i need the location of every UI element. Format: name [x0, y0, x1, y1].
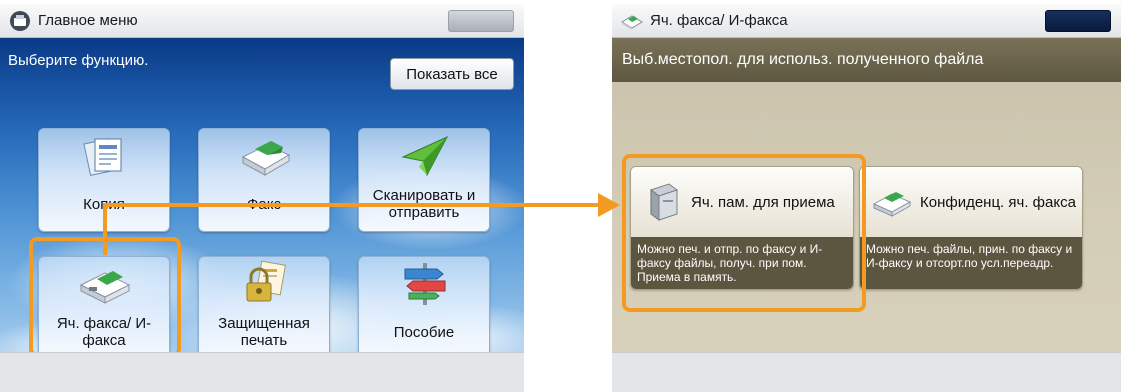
select-function-prompt: Выберите функцию.	[8, 52, 149, 69]
main-menu-title-bar: Главное меню	[0, 4, 524, 38]
show-all-button[interactable]: Показать все	[390, 58, 514, 90]
confidential-fax-inbox-description: Можно печ. файлы, прин. по факсу и И-фак…	[860, 237, 1082, 289]
copy-icon	[83, 138, 122, 176]
fax-inbox-title-bar: Яч. факса/ И-факса	[612, 4, 1121, 38]
tile-secure-print-label: Защищенная печать	[218, 315, 310, 349]
tile-scan-and-send-label: Сканировать и отправить	[372, 187, 476, 221]
tile-guide-label: Пособие	[393, 323, 455, 341]
memory-rx-inbox-highlight-frame	[622, 154, 866, 312]
fax-inbox-screen: Яч. факса/ И-факса Выб.местопол. для исп…	[612, 4, 1121, 392]
tile-fax-label: Факс	[247, 195, 281, 213]
fax-inbox-highlight-frame	[29, 237, 181, 357]
padlock-document-icon	[246, 260, 287, 302]
fax-inbox-footer-bar	[612, 352, 1121, 392]
signpost-icon	[404, 263, 446, 305]
tile-copy[interactable]: Копия	[38, 128, 170, 232]
confidential-fax-inbox-label: Конфиденц. яч. факса	[920, 193, 1076, 211]
confidential-fax-inbox-top: Конфиденц. яч. факса	[860, 167, 1082, 237]
status-monitor-button[interactable]	[448, 10, 514, 32]
main-menu-screen: Главное меню Выберите функцию. Показать …	[0, 4, 524, 392]
fax-icon	[241, 141, 291, 176]
confidential-fax-inbox-button[interactable]: Конфиденц. яч. факса Можно печ. файлы, п…	[859, 166, 1083, 290]
home-menu-icon	[10, 10, 30, 31]
confidential-fax-icon	[872, 192, 912, 217]
fax-inbox-small-icon	[621, 14, 643, 30]
tile-scan-and-send[interactable]: Сканировать и отправить	[358, 128, 490, 232]
main-menu-footer-bar	[0, 352, 524, 392]
select-location-header: Выб.местопол. для использ. полученного ф…	[612, 38, 1121, 82]
tile-copy-label: Копия	[83, 195, 125, 213]
tile-secure-print[interactable]: Защищенная печать	[198, 256, 330, 360]
tile-fax[interactable]: Факс	[198, 128, 330, 232]
main-menu-title: Главное меню	[38, 12, 138, 29]
paper-plane-icon	[401, 135, 449, 177]
tile-guide[interactable]: Пособие	[358, 256, 490, 360]
status-monitor-button-right[interactable]	[1045, 10, 1111, 32]
fax-inbox-title: Яч. факса/ И-факса	[650, 12, 788, 29]
